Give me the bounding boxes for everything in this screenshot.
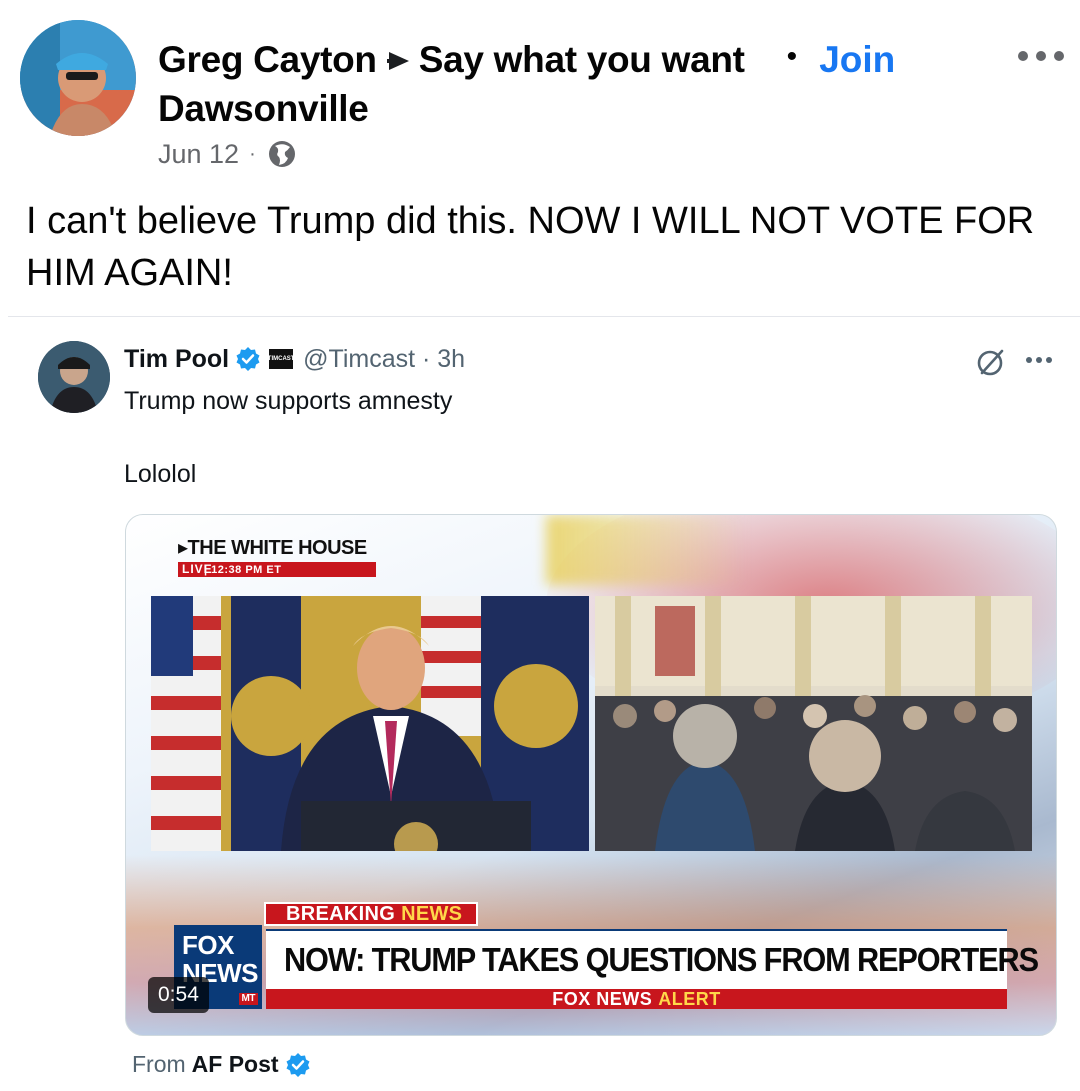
globe-icon (268, 141, 295, 167)
logo-tag: MT (238, 993, 258, 1005)
audience-scene (595, 596, 1032, 851)
alert-word: ALERT (658, 988, 721, 1009)
video-duration: 0:54 (148, 977, 209, 1013)
group-name-continued[interactable]: Dawsonville (158, 88, 369, 130)
grok-icon[interactable] (974, 345, 1008, 379)
tweet-text: Trump now supports amnesty (124, 387, 453, 415)
breaking-news-banner: BREAKING NEWS (264, 902, 479, 926)
live-label: LIVE (182, 562, 213, 576)
news-word: NEWS (401, 902, 463, 925)
dot (1036, 51, 1046, 61)
tweet-avatar-image (38, 341, 110, 413)
tweet-author-name[interactable]: Tim Pool (124, 345, 229, 374)
avatar-image (20, 20, 136, 136)
background-blur (546, 515, 746, 585)
post-meta: Jun 12 · (158, 138, 298, 170)
logo-line-1: FOX (182, 930, 234, 960)
post-author-name[interactable]: Greg Cayton (158, 39, 377, 81)
dot (1036, 357, 1042, 363)
dot (1018, 51, 1028, 61)
source-account[interactable]: AF Post (192, 1051, 279, 1078)
tweet-author-avatar[interactable] (38, 341, 110, 413)
right-arrow-icon (386, 52, 409, 70)
verified-badge-icon (286, 1052, 310, 1077)
verified-badge-icon (236, 347, 260, 371)
embedded-tweet[interactable]: Tim Pool TIMCAST @Timcast · 3h Trump now… (8, 316, 1080, 1091)
meta-separator: · (249, 142, 256, 165)
post-header: Greg Cayton Say what you want • Join Daw… (0, 0, 1080, 185)
affiliate-badge: TIMCAST (268, 349, 294, 369)
dot (1026, 357, 1032, 363)
video-frame-audience (595, 596, 1032, 851)
chyron: NOW: TRUMP TAKES QUESTIONS FROM REPORTER… (266, 929, 1039, 989)
join-group-button[interactable]: Join (819, 39, 895, 81)
alert-ticker: FOX NEWS ALERT (266, 989, 1007, 1009)
from-label: From (132, 1051, 186, 1077)
location-label: ▸THE WHITE HOUSE (178, 537, 367, 559)
dot-separator: • (786, 40, 798, 73)
speaker-scene (151, 596, 589, 851)
video-frame-speaker (151, 596, 589, 851)
more-options-icon[interactable] (1018, 46, 1064, 66)
alert-network: FOX NEWS (552, 988, 653, 1009)
tweet-header: Tim Pool TIMCAST @Timcast · 3h (124, 341, 465, 377)
group-name[interactable]: Say what you want (419, 39, 745, 81)
post-title-line: Greg Cayton Say what you want • Join (158, 36, 895, 84)
tweet-video[interactable]: ▸THE WHITE HOUSE LIVE | 12:38 PM ET BREA… (125, 514, 1057, 1036)
author-avatar[interactable] (20, 20, 136, 136)
live-bar: LIVE | 12:38 PM ET (178, 562, 376, 577)
dot (1054, 51, 1064, 61)
post-date[interactable]: Jun 12 (158, 139, 239, 170)
tweet-text-reply: Lololol (124, 460, 197, 488)
live-time: | 12:38 PM ET (204, 563, 282, 576)
chyron-headline: NOW: TRUMP TAKES QUESTIONS FROM REPORTER… (284, 941, 1039, 978)
video-source: From AF Post (132, 1051, 311, 1078)
post-body-text: I can't believe Trump did this. NOW I WI… (26, 200, 1035, 294)
dot (1046, 357, 1052, 363)
tweet-more-icon[interactable] (1026, 357, 1052, 365)
breaking-word: BREAKING (286, 902, 396, 925)
tweet-handle-time[interactable]: @Timcast · 3h (303, 345, 465, 374)
